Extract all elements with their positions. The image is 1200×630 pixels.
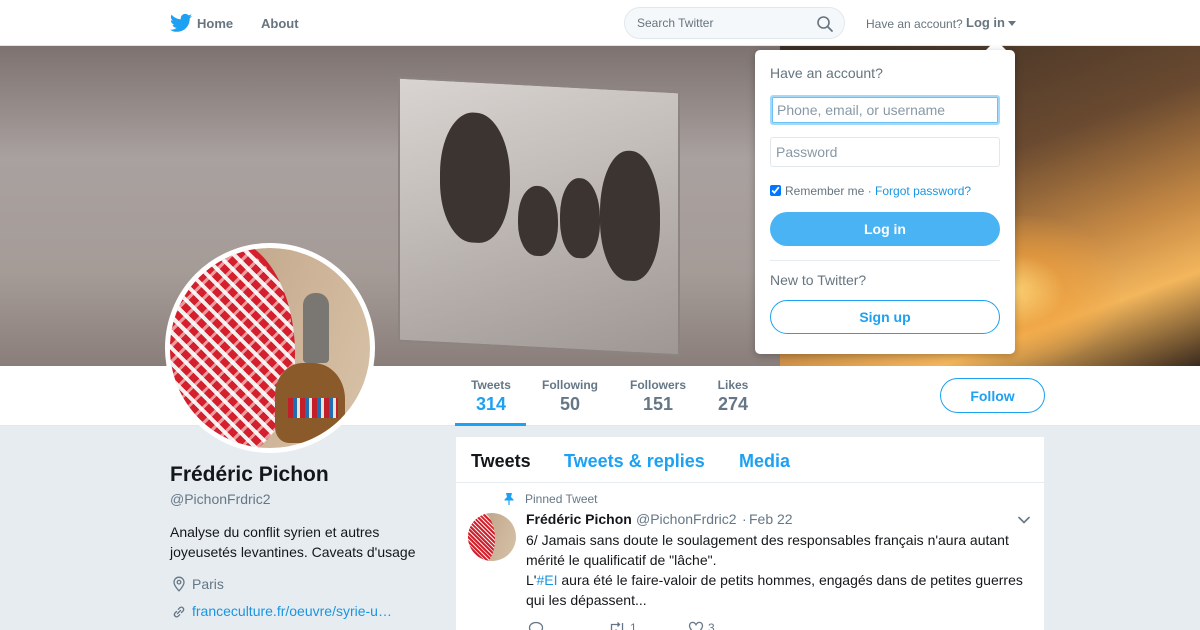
link-icon: [173, 606, 185, 618]
tweet-date[interactable]: Feb 22: [749, 511, 793, 527]
timeline-tabs: Tweets Tweets & replies Media: [456, 437, 1044, 483]
profile-url-link[interactable]: franceculture.fr/oeuvre/syrie-u…: [192, 603, 392, 619]
timeline: Tweets Tweets & replies Media Pinned Twe…: [456, 437, 1044, 630]
poster-image: [398, 76, 680, 357]
new-to-twitter-text: New to Twitter?: [770, 272, 867, 288]
tweet-line-2-prefix: L': [526, 572, 537, 588]
forgot-password-link[interactable]: Forgot password?: [875, 184, 971, 198]
search-icon[interactable]: [816, 15, 834, 33]
stat-value: 50: [559, 394, 581, 414]
remember-me-row: Remember me · Forgot password?: [770, 184, 971, 198]
remember-me-label[interactable]: Remember me: [785, 184, 864, 198]
stat-label: Followers: [629, 378, 686, 392]
tab-media[interactable]: Media: [739, 451, 790, 472]
stat-value: 151: [642, 394, 674, 414]
profile-handle[interactable]: @PichonFrdric2: [170, 491, 271, 507]
tweet-author-name[interactable]: Frédéric Pichon: [526, 511, 632, 527]
dropdown-arrow: [986, 40, 1006, 50]
avatar[interactable]: [165, 243, 375, 453]
tweet-line-2-rest: aura été le faire-valoir de petits homme…: [526, 572, 1023, 608]
nav-about-link[interactable]: About: [261, 16, 299, 31]
like-count: 3: [708, 621, 715, 630]
tweet-avatar[interactable]: [468, 513, 516, 561]
remember-me-checkbox[interactable]: [770, 185, 781, 196]
retweet-button[interactable]: 1: [608, 621, 637, 630]
pinned-tweet-label: Pinned Tweet: [525, 492, 598, 506]
tweet-separator: ·: [742, 511, 747, 527]
stat-label: Following: [542, 378, 598, 392]
tweet-text: 6/ Jamais sans doute le soulagement des …: [526, 530, 1031, 610]
stat-tweets[interactable]: Tweets 314: [470, 378, 512, 415]
stat-following[interactable]: Following 50: [540, 378, 600, 415]
login-dropdown: Have an account? Remember me · Forgot pa…: [755, 50, 1015, 354]
password-field[interactable]: [770, 137, 1000, 167]
follow-button[interactable]: Follow: [940, 378, 1045, 413]
stat-label: Likes: [717, 378, 749, 392]
tweet-line-1: 6/ Jamais sans doute le soulagement des …: [526, 532, 1009, 568]
caret-down-icon[interactable]: [1008, 21, 1016, 26]
dropdown-divider: [770, 260, 1000, 261]
login-button[interactable]: Log in: [770, 212, 1000, 246]
stat-value: 274: [717, 394, 749, 414]
pin-icon: [504, 493, 514, 505]
have-account-text: Have an account?: [866, 17, 963, 31]
reply-icon: [528, 621, 544, 630]
profile-bio: Analyse du conflit syrien et autres joye…: [170, 524, 416, 560]
login-dropdown-toggle[interactable]: Log in: [966, 15, 1005, 30]
location-icon: [173, 576, 185, 592]
profile-name[interactable]: Frédéric Pichon: [170, 463, 329, 487]
like-button[interactable]: 3: [688, 621, 715, 630]
tab-tweets-replies[interactable]: Tweets & replies: [564, 451, 705, 472]
chevron-down-icon[interactable]: [1018, 516, 1030, 524]
hashtag-link[interactable]: #EI: [536, 572, 557, 588]
nav-home-link[interactable]: Home: [197, 16, 233, 31]
search-box[interactable]: [624, 7, 845, 39]
stat-value: 314: [475, 394, 507, 414]
tab-tweets[interactable]: Tweets: [471, 451, 531, 472]
remember-separator: ·: [867, 184, 872, 198]
username-field[interactable]: [770, 95, 1000, 125]
search-input[interactable]: [637, 16, 807, 30]
tweet-author-handle[interactable]: @PichonFrdric2: [636, 511, 737, 527]
twitter-bird-icon[interactable]: [170, 13, 192, 33]
top-nav: Home About Have an account? Log in: [0, 0, 1200, 46]
retweet-icon: [610, 622, 624, 630]
stat-followers[interactable]: Followers 151: [628, 378, 688, 415]
dropdown-title: Have an account?: [770, 65, 883, 81]
retweet-count: 1: [630, 621, 637, 630]
reply-button[interactable]: [528, 621, 544, 630]
active-stat-underline: [455, 423, 526, 426]
profile-location: Paris: [192, 576, 224, 592]
stat-label: Tweets: [471, 378, 511, 392]
heart-icon: [688, 621, 704, 630]
stat-likes[interactable]: Likes 274: [715, 378, 751, 415]
signup-button[interactable]: Sign up: [770, 300, 1000, 334]
